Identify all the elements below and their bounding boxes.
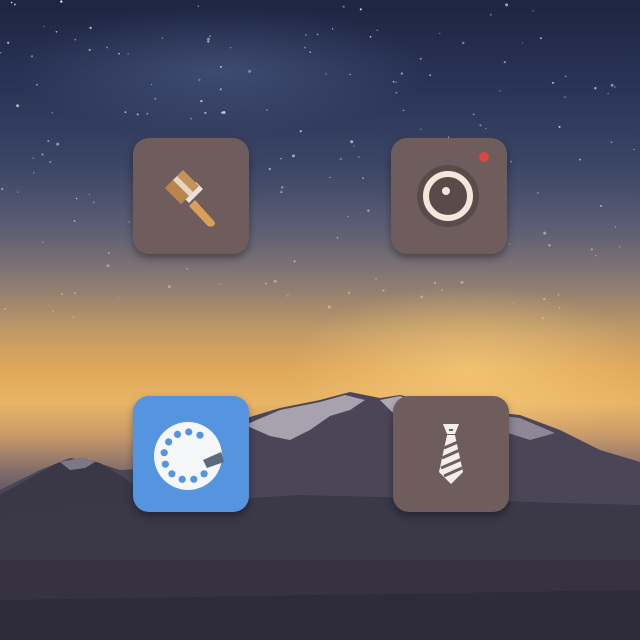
dial-hole [190,475,198,483]
dial-hole [165,438,173,446]
rotary-dial-icon [154,422,224,490]
home-screen [0,0,640,640]
camera-icon [417,152,489,227]
dial-hole [161,460,169,468]
necktie-icon [439,424,463,484]
dial-hole [160,449,168,457]
camera-record-dot [479,152,489,162]
paint-brush-icon [165,170,215,227]
dial-hole [185,428,193,436]
camera-lens-highlight [442,187,450,195]
camera-app[interactable] [391,138,507,254]
dial-hole [200,470,208,478]
paint-brush-app[interactable] [133,138,249,254]
wallpaper-mountains [0,392,640,640]
dial-hole [178,475,186,483]
necktie-app[interactable] [393,396,509,512]
rotary-phone-app[interactable] [133,396,249,512]
dial-hole [196,431,204,439]
dial-hole [173,430,182,438]
dial-hole [168,470,176,478]
